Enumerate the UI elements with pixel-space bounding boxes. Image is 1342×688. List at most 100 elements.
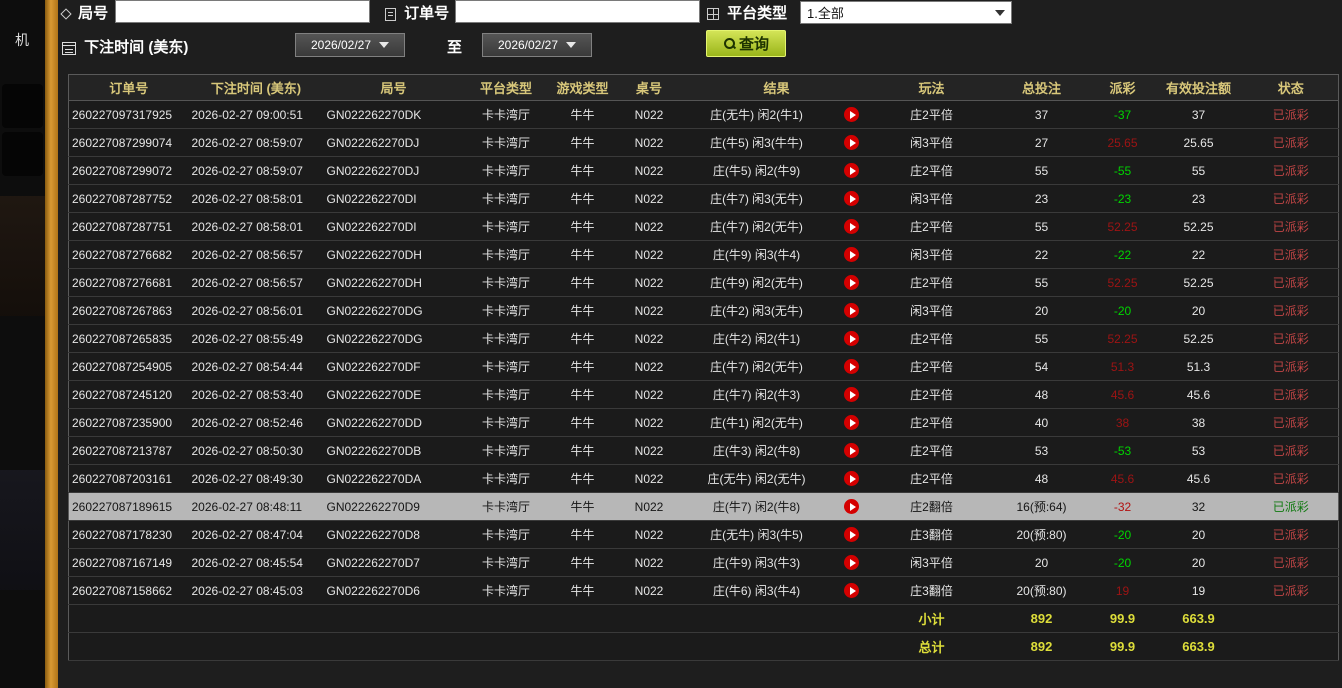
bet-record-row[interactable]: 2602270872990722026-02-27 08:59:07GN0222…: [69, 157, 1339, 185]
bet-record-row[interactable]: 2602270872359002026-02-27 08:52:46GN0222…: [69, 409, 1339, 437]
cell-result: 庄(牛7) 闲2(无牛): [682, 353, 832, 381]
cell-bet-time: 2026-02-27 08:49:30: [189, 465, 324, 493]
play-video-icon[interactable]: [844, 499, 859, 514]
bet-record-row[interactable]: 2602270872678632026-02-27 08:56:01GN0222…: [69, 297, 1339, 325]
play-video-icon[interactable]: [844, 583, 859, 598]
bet-record-row[interactable]: 2602270872451202026-02-27 08:53:40GN0222…: [69, 381, 1339, 409]
bet-record-row[interactable]: 2602270973179252026-02-27 09:00:51GN0222…: [69, 101, 1339, 129]
cell-table-no: N022: [617, 493, 682, 521]
cell-valid-bet: 32: [1154, 493, 1244, 521]
cell-play-method: 闲3平倍: [872, 297, 992, 325]
cell-order-id: 260227087167149: [69, 549, 189, 577]
cell-game-type: 牛牛: [549, 549, 617, 577]
cell-payout: 52.25: [1092, 325, 1154, 353]
platform-type-value: 1.全部: [807, 3, 844, 22]
play-video-icon[interactable]: [844, 555, 859, 570]
play-video-icon[interactable]: [844, 107, 859, 122]
cell-play-method: 庄3翻倍: [872, 521, 992, 549]
cell-play: [832, 185, 872, 213]
query-button[interactable]: 查询: [706, 30, 786, 57]
table-body: 2602270973179252026-02-27 09:00:51GN0222…: [69, 101, 1339, 661]
cell-order-id: 260227087254905: [69, 353, 189, 381]
gold-divider-bar: [45, 0, 58, 688]
cell-order-id: 260227087287752: [69, 185, 189, 213]
round-id-input[interactable]: [115, 0, 370, 23]
cell-round-id: GN022262270D9: [324, 493, 464, 521]
bet-record-row[interactable]: 2602270871586622026-02-27 08:45:03GN0222…: [69, 577, 1339, 605]
cell-play: [832, 269, 872, 297]
bet-record-row[interactable]: 2602270871671492026-02-27 08:45:54GN0222…: [69, 549, 1339, 577]
bet-record-row[interactable]: 2602270872766822026-02-27 08:56:57GN0222…: [69, 241, 1339, 269]
diamond-icon: [60, 8, 71, 19]
cell-table-no: N022: [617, 437, 682, 465]
cell-play: [832, 101, 872, 129]
play-video-icon[interactable]: [844, 443, 859, 458]
cell-valid-bet: 20: [1154, 549, 1244, 577]
play-video-icon[interactable]: [844, 191, 859, 206]
bet-record-row[interactable]: 2602270872549052026-02-27 08:54:44GN0222…: [69, 353, 1339, 381]
cell-platform: 卡卡湾厅: [464, 185, 549, 213]
play-video-icon[interactable]: [844, 247, 859, 262]
play-video-icon[interactable]: [844, 471, 859, 486]
order-id-label: 订单号: [385, 2, 449, 23]
document-icon: [385, 8, 396, 21]
cell-play: [832, 521, 872, 549]
bet-record-row[interactable]: 2602270872137872026-02-27 08:50:30GN0222…: [69, 437, 1339, 465]
play-video-icon[interactable]: [844, 415, 859, 430]
bet-record-row[interactable]: 2602270871896152026-02-27 08:48:11GN0222…: [69, 493, 1339, 521]
play-video-icon[interactable]: [844, 303, 859, 318]
play-video-icon[interactable]: [844, 527, 859, 542]
cell-platform: 卡卡湾厅: [464, 437, 549, 465]
cell-total-bet: 53: [992, 437, 1092, 465]
cell-play: [832, 241, 872, 269]
play-video-icon[interactable]: [844, 275, 859, 290]
platform-type-label: 平台类型: [707, 2, 787, 23]
cell-total-bet: 20(预:80): [992, 577, 1092, 605]
bet-record-row[interactable]: 2602270871782302026-02-27 08:47:04GN0222…: [69, 521, 1339, 549]
play-video-icon[interactable]: [844, 359, 859, 374]
cell-bet-time: 2026-02-27 08:47:04: [189, 521, 324, 549]
order-id-input[interactable]: [455, 0, 700, 23]
cell-table-no: N022: [617, 185, 682, 213]
cell-status: 已派彩: [1244, 577, 1339, 605]
cell-status: 已派彩: [1244, 297, 1339, 325]
subtotal-payout: 99.9: [1092, 605, 1154, 633]
play-video-icon[interactable]: [844, 331, 859, 346]
play-video-icon[interactable]: [844, 135, 859, 150]
col-header-payout: 派彩: [1092, 75, 1154, 101]
cell-status: 已派彩: [1244, 129, 1339, 157]
cell-play-method: 闲3平倍: [872, 549, 992, 577]
play-video-icon[interactable]: [844, 219, 859, 234]
subtotal-total-bet: 892: [992, 605, 1092, 633]
query-button-label: 查询: [739, 33, 769, 54]
bet-record-row[interactable]: 2602270872877522026-02-27 08:58:01GN0222…: [69, 185, 1339, 213]
cell-status: 已派彩: [1244, 465, 1339, 493]
cell-play: [832, 493, 872, 521]
col-header-table-no: 桌号: [617, 75, 682, 101]
play-video-icon[interactable]: [844, 163, 859, 178]
bet-record-row[interactable]: 2602270872031612026-02-27 08:49:30GN0222…: [69, 465, 1339, 493]
col-header-bet-time: 下注时间 (美东): [189, 75, 324, 101]
cell-play-method: 庄2平倍: [872, 437, 992, 465]
cell-round-id: GN022262270DH: [324, 241, 464, 269]
cell-payout: 45.6: [1092, 465, 1154, 493]
platform-type-select[interactable]: 1.全部: [800, 1, 1012, 24]
date-to-dropdown[interactable]: 2026/02/27: [482, 33, 592, 57]
bet-record-row[interactable]: 2602270872766812026-02-27 08:56:57GN0222…: [69, 269, 1339, 297]
cell-play: [832, 549, 872, 577]
sidebar-block: [2, 84, 43, 128]
bet-record-row[interactable]: 2602270872990742026-02-27 08:59:07GN0222…: [69, 129, 1339, 157]
cell-play: [832, 465, 872, 493]
cell-table-no: N022: [617, 521, 682, 549]
date-from-dropdown[interactable]: 2026/02/27: [295, 33, 405, 57]
bet-record-row[interactable]: 2602270872658352026-02-27 08:55:49GN0222…: [69, 325, 1339, 353]
cell-game-type: 牛牛: [549, 353, 617, 381]
cell-valid-bet: 51.3: [1154, 353, 1244, 381]
play-video-icon[interactable]: [844, 387, 859, 402]
cell-payout: 25.65: [1092, 129, 1154, 157]
cell-table-no: N022: [617, 381, 682, 409]
cell-platform: 卡卡湾厅: [464, 465, 549, 493]
cell-play-method: 闲3平倍: [872, 129, 992, 157]
cell-bet-time: 2026-02-27 08:54:44: [189, 353, 324, 381]
bet-record-row[interactable]: 2602270872877512026-02-27 08:58:01GN0222…: [69, 213, 1339, 241]
